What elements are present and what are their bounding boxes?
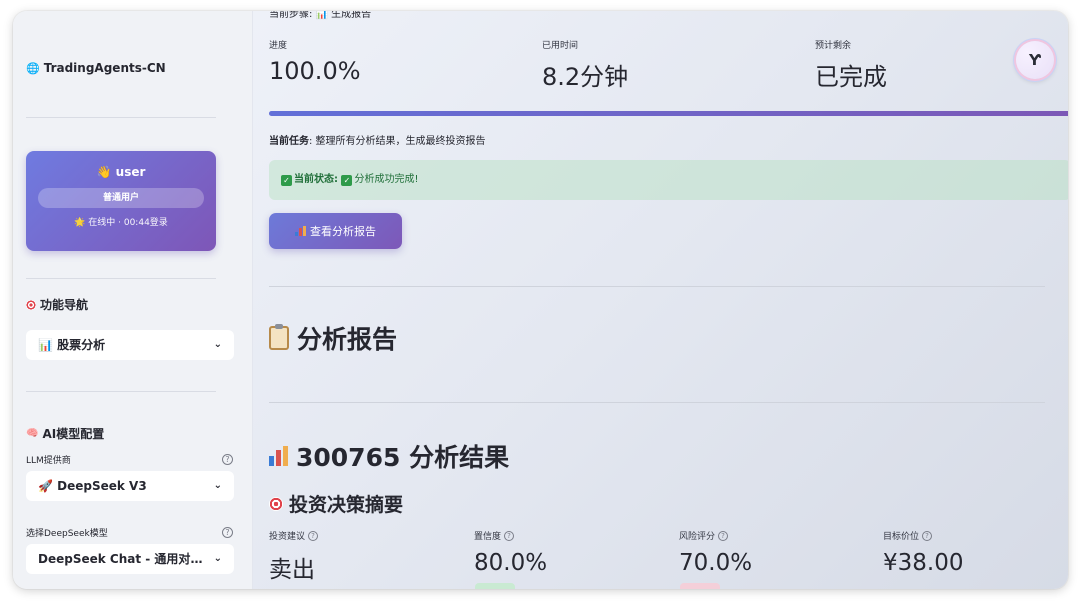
summary-label: 目标价位 xyxy=(883,532,920,542)
delta-badge xyxy=(475,583,515,589)
nav-title-text: 功能导航 xyxy=(40,298,89,312)
summary-label-row: 置信度? xyxy=(474,529,547,542)
summary-confidence: 置信度? 80.0% xyxy=(474,529,547,576)
target-icon xyxy=(26,299,36,310)
globe-icon: 🌐 xyxy=(26,61,40,75)
summary-target-price: 目标价位? ¥38.00 xyxy=(883,529,963,576)
metric-remaining: 预计剩余 已完成 xyxy=(815,38,887,92)
ai-config-title-text: AI模型配置 xyxy=(42,427,105,441)
assistant-fab-button[interactable]: Ƴ xyxy=(1016,41,1054,79)
check-icon: ✓ xyxy=(341,175,353,186)
user-role-badge: 普通用户 xyxy=(38,188,204,208)
status-alert: ✓ 当前状态: ✓ 分析成功完成! xyxy=(269,160,1068,200)
assistant-logo-icon: Ƴ xyxy=(1029,51,1041,69)
sidebar-divider xyxy=(26,117,216,118)
app-window: 🌐 TradingAgents-CN 👋 user 普通用户 🌟 在线中 · 0… xyxy=(13,11,1068,589)
metric-value: 8.2分钟 xyxy=(542,63,629,91)
app-title-text: TradingAgents-CN xyxy=(43,61,166,75)
llm-provider-label: LLM提供商 xyxy=(26,456,71,466)
task-text: : 整理所有分析结果，生成最终投资报告 xyxy=(309,136,486,147)
result-heading-text: 300765 分析结果 xyxy=(296,443,510,472)
summary-value: 80.0% xyxy=(474,550,548,576)
chevron-down-icon: ⌄ xyxy=(213,480,222,491)
report-heading-text: 分析报告 xyxy=(297,325,398,354)
llm-provider-select[interactable]: 🚀 DeepSeek V3 ⌄ xyxy=(26,471,234,501)
metric-label: 预计剩余 xyxy=(815,41,852,51)
report-heading: 分析报告 xyxy=(269,320,397,356)
view-report-label: 查看分析报告 xyxy=(310,225,376,238)
summary-label: 投资建议 xyxy=(269,532,306,542)
llm-provider-value: 🚀 DeepSeek V3 xyxy=(38,479,147,493)
view-report-button[interactable]: 查看分析报告 xyxy=(269,213,402,249)
user-name: 👋 user xyxy=(96,165,146,179)
ai-config-title: 🧠 AI模型配置 xyxy=(26,425,104,442)
main-content: 当前步骤: 📊 生成报告 进度 100.0% 已用时间 8.2分钟 预计剩余 已… xyxy=(253,11,1068,589)
help-icon[interactable]: ? xyxy=(222,527,233,538)
sidebar-divider xyxy=(26,278,216,279)
metric-elapsed: 已用时间 8.2分钟 xyxy=(542,38,628,92)
sidebar-divider xyxy=(26,391,216,392)
summary-value: ¥38.00 xyxy=(883,550,964,576)
summary-label: 置信度 xyxy=(474,532,502,542)
summary-recommendation: 投资建议? 卖出 xyxy=(269,529,319,584)
bar-chart-icon xyxy=(269,446,288,466)
nav-select-value: 📊 股票分析 xyxy=(38,338,106,352)
summary-risk: 风险评分? 70.0% xyxy=(679,529,752,576)
help-icon[interactable]: ? xyxy=(222,454,233,465)
metric-value: 100.0% xyxy=(269,57,361,85)
app-title: 🌐 TradingAgents-CN xyxy=(26,61,166,75)
progress-bar xyxy=(269,111,1068,116)
summary-label-row: 目标价位? xyxy=(883,529,963,542)
check-icon: ✓ xyxy=(281,175,292,186)
model-label: 选择DeepSeek模型 xyxy=(26,529,108,539)
chevron-down-icon: ⌄ xyxy=(213,553,222,564)
divider xyxy=(269,286,1045,287)
help-icon[interactable]: ? xyxy=(504,530,515,541)
delta-badge xyxy=(680,583,720,589)
divider xyxy=(269,402,1045,403)
current-task: 当前任务: 整理所有分析结果，生成最终投资报告 xyxy=(269,132,486,147)
help-icon[interactable]: ? xyxy=(308,530,319,541)
status-label: 当前状态 xyxy=(294,174,334,185)
result-heading: 300765 分析结果 xyxy=(269,438,509,474)
summary-label: 风险评分 xyxy=(679,532,716,542)
brain-icon: 🧠 xyxy=(26,428,39,439)
summary-heading-text: 投资决策摘要 xyxy=(289,494,404,516)
summary-value: 卖出 xyxy=(269,557,315,583)
help-icon[interactable]: ? xyxy=(922,530,933,541)
nav-select[interactable]: 📊 股票分析 ⌄ xyxy=(26,330,234,360)
clipboard-icon xyxy=(269,324,289,350)
user-card: 👋 user 普通用户 🌟 在线中 · 00:44登录 xyxy=(26,151,216,251)
metric-progress: 进度 100.0% xyxy=(269,38,361,85)
metric-label: 已用时间 xyxy=(542,41,579,51)
user-status: 🌟 在线中 · 00:44登录 xyxy=(74,218,168,228)
summary-label-row: 风险评分? xyxy=(679,529,752,542)
metric-label: 进度 xyxy=(269,41,288,51)
target-icon xyxy=(269,496,283,511)
status-text: 分析成功完成! xyxy=(354,174,419,185)
model-select-value: DeepSeek Chat - 通用对话模型 xyxy=(38,552,208,566)
help-icon[interactable]: ? xyxy=(718,530,729,541)
nav-title: 功能导航 xyxy=(26,296,88,313)
progress-fill xyxy=(269,111,1068,116)
chevron-down-icon: ⌄ xyxy=(213,339,222,350)
model-select[interactable]: DeepSeek Chat - 通用对话模型 ⌄ xyxy=(26,544,234,574)
summary-value: 70.0% xyxy=(679,550,753,576)
sidebar: 🌐 TradingAgents-CN 👋 user 普通用户 🌟 在线中 · 0… xyxy=(13,11,253,589)
metric-value: 已完成 xyxy=(815,63,887,91)
summary-label-row: 投资建议? xyxy=(269,529,319,542)
summary-heading: 投资决策摘要 xyxy=(269,490,403,517)
current-step: 当前步骤: 📊 生成报告 xyxy=(269,11,372,20)
bar-chart-icon xyxy=(295,226,306,236)
task-label: 当前任务 xyxy=(269,136,309,147)
